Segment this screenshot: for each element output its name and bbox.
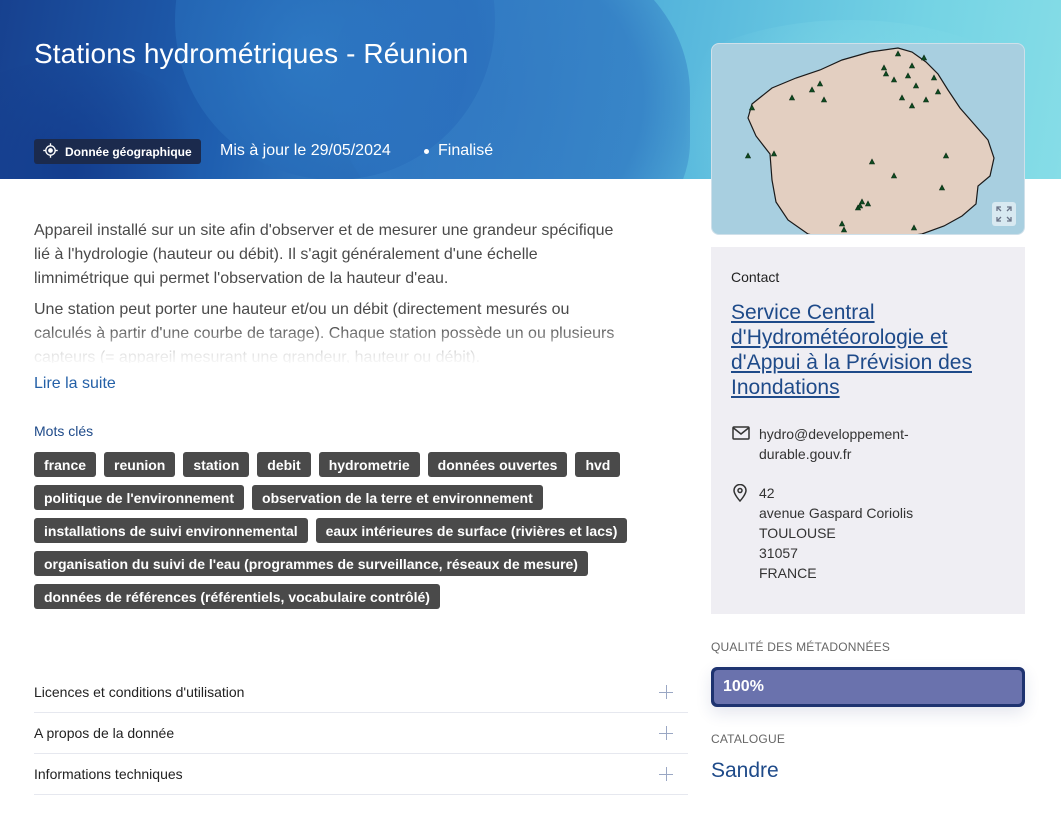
keyword-chip[interactable]: hvd xyxy=(575,452,621,477)
catalog-link[interactable]: Sandre xyxy=(711,759,779,783)
plus-icon[interactable] xyxy=(659,767,673,781)
contact-card: Contact Service Central d'Hydrométéorolo… xyxy=(711,247,1025,614)
keyword-chip[interactable]: reunion xyxy=(104,452,176,477)
update-date: Mis à jour le 29/05/2024 xyxy=(220,142,391,159)
accordion-label: Informations techniques xyxy=(34,766,183,782)
keyword-chip[interactable]: debit xyxy=(257,452,311,477)
station-marker xyxy=(920,54,928,61)
status-text: Finalisé xyxy=(424,142,493,160)
map-preview[interactable] xyxy=(711,43,1025,235)
address-line: FRANCE xyxy=(759,565,817,581)
address-line: TOULOUSE xyxy=(759,525,836,541)
expand-map-button[interactable] xyxy=(992,202,1016,226)
plus-icon[interactable] xyxy=(659,726,673,740)
email-line: durable.gouv.fr xyxy=(759,446,852,462)
status-label: Finalisé xyxy=(438,142,494,159)
accordion-technical[interactable]: Informations techniques xyxy=(34,754,688,795)
contact-address: 42 avenue Gaspard Coriolis TOULOUSE 3105… xyxy=(759,483,913,583)
target-icon xyxy=(42,142,59,162)
read-more-link[interactable]: Lire la suite xyxy=(34,375,116,393)
metadata-quality-label: QUALITÉ DES MÉTADONNÉES xyxy=(711,640,891,654)
contact-email[interactable]: hydro@developpement- durable.gouv.fr xyxy=(759,424,959,464)
metadata-quality-fill: 100% xyxy=(714,670,1022,704)
keyword-list: france reunion station debit hydrometrie… xyxy=(34,452,634,609)
address-line: avenue Gaspard Coriolis xyxy=(759,505,914,521)
keywords-title: Mots clés xyxy=(34,423,94,439)
accordion-label: A propos de la donnée xyxy=(34,725,175,741)
map-image xyxy=(744,47,995,234)
keyword-chip[interactable]: eaux intérieures de surface (rivières et… xyxy=(315,518,628,543)
keyword-chip[interactable]: hydrometrie xyxy=(318,452,420,477)
metadata-quality-bar: 100% xyxy=(711,667,1025,707)
mail-icon xyxy=(732,426,750,440)
accordion-licences[interactable]: Licences et conditions d'utilisation xyxy=(34,672,688,713)
keyword-chip[interactable]: installations de suivi environnemental xyxy=(34,518,308,543)
metadata-quality-value: 100% xyxy=(723,678,764,695)
keyword-chip[interactable]: station xyxy=(183,452,250,477)
contact-label: Contact xyxy=(731,269,780,285)
catalog-label: CATALOGUE xyxy=(711,732,786,746)
station-marker xyxy=(744,152,752,159)
keyword-chip[interactable]: observation de la terre et environnement xyxy=(252,485,543,510)
email-line: hydro@developpement- xyxy=(759,426,909,442)
plus-icon[interactable] xyxy=(659,685,673,699)
keyword-chip[interactable]: politique de l'environnement xyxy=(34,485,245,510)
address-line: 31057 xyxy=(759,545,798,561)
description-paragraph: Appareil installé sur un site afin d'obs… xyxy=(34,222,614,287)
info-accordion: Licences et conditions d'utilisation A p… xyxy=(34,672,688,795)
bullet-icon xyxy=(424,148,429,154)
island-landmass xyxy=(747,47,995,234)
keyword-chip[interactable]: données ouvertes xyxy=(427,452,568,477)
accordion-about[interactable]: A propos de la donnée xyxy=(34,713,688,754)
accordion-label: Licences et conditions d'utilisation xyxy=(34,684,245,700)
keyword-chip[interactable]: données de références (référentiels, voc… xyxy=(34,584,440,609)
description-fade xyxy=(34,326,634,366)
keyword-chip[interactable]: organisation du suivi de l'eau (programm… xyxy=(34,551,588,576)
expand-icon xyxy=(996,206,1012,222)
address-line: 42 xyxy=(759,485,775,501)
badge-label: Donnée géographique xyxy=(65,144,192,159)
keyword-chip[interactable]: france xyxy=(34,452,97,477)
dataset-type-badge: Donnée géographique xyxy=(34,139,201,164)
location-pin-icon xyxy=(733,484,747,502)
contact-organization-link[interactable]: Service Central d'Hydrométéorologie et d… xyxy=(731,300,1011,400)
page-title: Stations hydrométriques - Réunion xyxy=(34,38,469,69)
